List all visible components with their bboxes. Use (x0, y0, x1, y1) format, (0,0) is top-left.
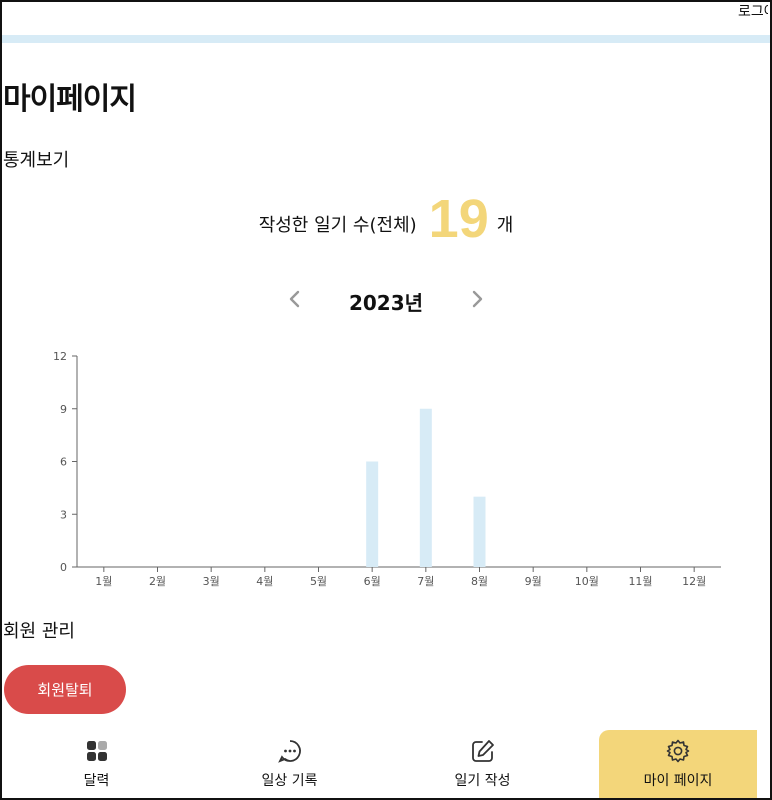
x-tick-label: 7월 (417, 575, 434, 588)
y-tick-label: 9 (60, 403, 67, 416)
diary-count-summary: 작성한 일기 수(전체) 19 개 (0, 188, 772, 250)
x-tick-label: 2월 (149, 575, 166, 588)
x-tick-label: 5월 (310, 575, 327, 588)
diary-count-unit: 개 (496, 215, 514, 236)
x-tick-label: 9월 (525, 575, 542, 588)
grid-icon (85, 738, 109, 764)
chart-bar (419, 408, 432, 567)
x-tick-label: 11월 (628, 575, 652, 588)
nav-label-mypage: 마이 페이지 (643, 773, 713, 789)
x-tick-label: 3월 (203, 575, 220, 588)
stats-section-title: 통계보기 (3, 150, 70, 171)
chat-bubble-icon (277, 738, 303, 764)
year-navigator: 2023년 (0, 287, 772, 316)
chevron-right-icon[interactable] (470, 289, 484, 315)
y-tick-label: 12 (53, 350, 67, 363)
account-section-title: 회원 관리 (3, 621, 75, 642)
y-tick-label: 3 (60, 508, 67, 521)
x-tick-label: 8월 (471, 575, 488, 588)
x-tick-label: 12월 (682, 575, 706, 588)
nav-item-write-diary[interactable]: 일기 작성 (386, 730, 579, 800)
nav-item-calendar[interactable]: 달력 (0, 730, 193, 800)
nav-item-daily-log[interactable]: 일상 기록 (193, 730, 386, 800)
year-label: 2023년 (348, 291, 424, 315)
chart-bar (473, 496, 486, 567)
x-tick-label: 6월 (364, 575, 381, 588)
chevron-left-icon[interactable] (288, 289, 302, 315)
nav-label-daily-log: 일상 기록 (261, 773, 318, 789)
top-accent-bar (0, 35, 772, 43)
nav-item-mypage[interactable]: 마이 페이지 (599, 730, 757, 800)
x-tick-label: 1월 (95, 575, 112, 588)
logout-link[interactable]: 로그아웃 (738, 1, 768, 21)
y-tick-label: 0 (60, 561, 67, 574)
y-tick-label: 6 (60, 456, 67, 469)
diary-count-value: 19 (428, 189, 489, 249)
page-title: 마이페이지 (3, 82, 137, 117)
nav-label-calendar: 달력 (83, 773, 110, 789)
nav-label-write-diary: 일기 작성 (454, 773, 511, 789)
x-tick-label: 10월 (575, 575, 599, 588)
edit-icon (470, 738, 496, 764)
bottom-navigation: 달력 일상 기록 일기 작성 마이 페이지 (0, 730, 772, 800)
withdraw-button[interactable]: 회원탈퇴 (4, 665, 126, 714)
diary-count-label: 작성한 일기 수(전체) (258, 215, 417, 236)
monthly-diary-chart: 0 3 6 9 12 1월 2월 3월 4월 5월 6월 7월 8월 9월 10월 11월 12월 (53, 350, 721, 588)
chart-bar (366, 461, 379, 567)
gear-icon (665, 738, 691, 764)
x-tick-label: 4월 (256, 575, 273, 588)
